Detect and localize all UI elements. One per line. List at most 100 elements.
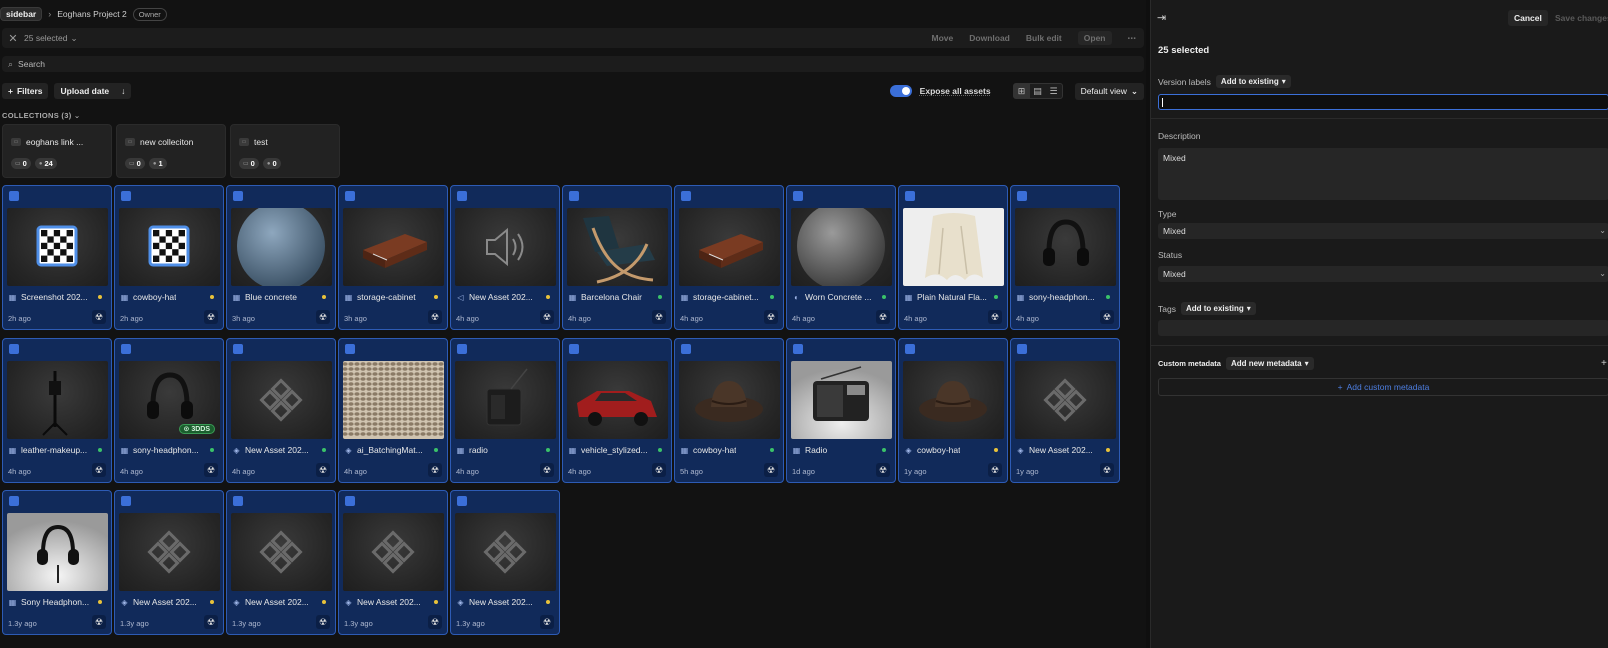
asset-card[interactable]: ▦ Sony Headphon... 1.3y ago ☢ <box>2 490 112 635</box>
asset-action-icon[interactable]: ☢ <box>988 463 1002 477</box>
select-checkbox[interactable] <box>233 191 243 201</box>
asset-action-icon[interactable]: ☢ <box>92 463 106 477</box>
bulk-edit-button[interactable]: Bulk edit <box>1026 33 1062 43</box>
asset-action-icon[interactable]: ☢ <box>92 310 106 324</box>
asset-card[interactable]: ▦ storage-cabinet 3h ago ☢ <box>338 185 448 330</box>
asset-card[interactable]: ◈ New Asset 202... 1.3y ago ☢ <box>226 490 336 635</box>
tags-mode-dropdown[interactable]: Add to existing ▾ <box>1180 302 1256 315</box>
select-checkbox[interactable] <box>121 344 131 354</box>
asset-card[interactable]: ◈ New Asset 202... 1y ago ☢ <box>1010 338 1120 483</box>
select-checkbox[interactable] <box>457 191 467 201</box>
open-button[interactable]: Open <box>1077 31 1112 45</box>
asset-action-icon[interactable]: ☢ <box>540 463 554 477</box>
asset-action-icon[interactable]: ☢ <box>540 310 554 324</box>
select-checkbox[interactable] <box>233 496 243 506</box>
asset-action-icon[interactable]: ☢ <box>316 310 330 324</box>
asset-action-icon[interactable]: ☢ <box>652 463 666 477</box>
asset-card[interactable]: ◈ New Asset 202... 1.3y ago ☢ <box>338 490 448 635</box>
asset-action-icon[interactable]: ☢ <box>428 615 442 629</box>
asset-card[interactable]: ◐ Worn Concrete ... 4h ago ☢ <box>786 185 896 330</box>
list-view-icon[interactable]: ☰ <box>1046 84 1062 98</box>
asset-action-icon[interactable]: ☢ <box>988 310 1002 324</box>
select-checkbox[interactable] <box>793 344 803 354</box>
asset-card[interactable]: ▦ Blue concrete 3h ago ☢ <box>226 185 336 330</box>
asset-card[interactable]: ▦ vehicle_stylized... 4h ago ☢ <box>562 338 672 483</box>
select-checkbox[interactable] <box>905 344 915 354</box>
select-checkbox[interactable] <box>1017 344 1027 354</box>
select-checkbox[interactable] <box>345 191 355 201</box>
select-checkbox[interactable] <box>681 191 691 201</box>
select-checkbox[interactable] <box>457 496 467 506</box>
card-view-icon[interactable]: ▤ <box>1030 84 1046 98</box>
select-checkbox[interactable] <box>1017 191 1027 201</box>
sidebar-toggle-button[interactable]: sidebar <box>0 7 43 21</box>
project-name[interactable]: Eoghans Project 2 <box>57 9 126 19</box>
asset-card[interactable]: ◁ New Asset 202... 4h ago ☢ <box>450 185 560 330</box>
filters-button[interactable]: + Filters <box>2 83 49 99</box>
select-checkbox[interactable] <box>681 344 691 354</box>
grid-view-icon[interactable]: ⊞ <box>1013 84 1030 98</box>
select-checkbox[interactable] <box>9 496 19 506</box>
version-labels-input[interactable] <box>1158 94 1608 110</box>
select-checkbox[interactable] <box>9 344 19 354</box>
save-changes-button[interactable]: Save changes <box>1555 13 1608 23</box>
select-checkbox[interactable] <box>233 344 243 354</box>
plus-icon[interactable]: + <box>1601 358 1607 369</box>
asset-action-icon[interactable]: ☢ <box>540 615 554 629</box>
select-checkbox[interactable] <box>457 344 467 354</box>
select-checkbox[interactable] <box>345 344 355 354</box>
type-select[interactable]: Mixed ⌄ <box>1158 223 1608 239</box>
select-checkbox[interactable] <box>905 191 915 201</box>
download-button[interactable]: Download <box>969 33 1010 43</box>
status-select[interactable]: Mixed ⌄ <box>1158 266 1608 282</box>
asset-action-icon[interactable]: ☢ <box>876 463 890 477</box>
asset-action-icon[interactable]: ☢ <box>316 463 330 477</box>
asset-action-icon[interactable]: ☢ <box>652 310 666 324</box>
asset-card[interactable]: ⊙ 3DDS ▦ sony-headphon... 4h ago ☢ <box>114 338 224 483</box>
asset-action-icon[interactable]: ☢ <box>1100 463 1114 477</box>
asset-action-icon[interactable]: ☢ <box>764 310 778 324</box>
asset-card[interactable]: ◈ New Asset 202... 1.3y ago ☢ <box>450 490 560 635</box>
asset-action-icon[interactable]: ☢ <box>316 615 330 629</box>
view-dropdown[interactable]: Default view ⌄ <box>1074 82 1144 100</box>
asset-card[interactable]: ▦ Radio 1d ago ☢ <box>786 338 896 483</box>
asset-card[interactable]: ▦ cowboy-hat 2h ago ☢ <box>114 185 224 330</box>
asset-card[interactable]: ▦ leather-makeup... 4h ago ☢ <box>2 338 112 483</box>
asset-action-icon[interactable]: ☢ <box>428 310 442 324</box>
collection-card[interactable]: ▭ eoghans link ... ▭ 0 ● 24 <box>2 124 112 178</box>
asset-card[interactable]: ◈ ai_BatchingMat... 4h ago ☢ <box>338 338 448 483</box>
custom-metadata-dropdown[interactable]: Add new metadata ▾ <box>1225 357 1314 370</box>
asset-card[interactable]: ▦ storage-cabinet... 4h ago ☢ <box>674 185 784 330</box>
select-checkbox[interactable] <box>793 191 803 201</box>
select-checkbox[interactable] <box>569 344 579 354</box>
asset-card[interactable]: ▦ radio 4h ago ☢ <box>450 338 560 483</box>
more-icon[interactable]: ⋯ <box>1128 33 1137 44</box>
collections-header[interactable]: COLLECTIONS (3) ⌄ <box>2 111 80 120</box>
select-checkbox[interactable] <box>9 191 19 201</box>
expose-toggle[interactable] <box>889 85 912 97</box>
selection-count-dropdown[interactable]: 25 selected ⌄ <box>24 33 78 44</box>
asset-card[interactable]: ◈ cowboy-hat 1y ago ☢ <box>898 338 1008 483</box>
asset-action-icon[interactable]: ☢ <box>428 463 442 477</box>
select-checkbox[interactable] <box>569 191 579 201</box>
asset-card[interactable]: ▦ cowboy-hat 5h ago ☢ <box>674 338 784 483</box>
tags-input[interactable] <box>1158 320 1608 336</box>
move-button[interactable]: Move <box>932 33 954 43</box>
add-custom-metadata-button[interactable]: + Add custom metadata <box>1158 378 1608 396</box>
asset-action-icon[interactable]: ☢ <box>1100 310 1114 324</box>
asset-card[interactable]: ▦ Barcelona Chair 4h ago ☢ <box>562 185 672 330</box>
asset-action-icon[interactable]: ☢ <box>204 310 218 324</box>
select-checkbox[interactable] <box>121 191 131 201</box>
asset-action-icon[interactable]: ☢ <box>204 615 218 629</box>
asset-card[interactable]: ◈ New Asset 202... 1.3y ago ☢ <box>114 490 224 635</box>
close-icon[interactable]: ✕ <box>2 32 24 45</box>
asset-action-icon[interactable]: ☢ <box>764 463 778 477</box>
select-checkbox[interactable] <box>345 496 355 506</box>
description-textarea[interactable]: Mixed <box>1158 148 1608 200</box>
search-input[interactable] <box>18 59 419 69</box>
collection-card[interactable]: ▭ test ▭ 0 ● 0 <box>230 124 340 178</box>
collapse-panel-icon[interactable]: ⇥ <box>1157 11 1166 24</box>
asset-card[interactable]: ▦ sony-headphon... 4h ago ☢ <box>1010 185 1120 330</box>
collection-card[interactable]: ▭ new colleciton ▭ 0 ● 1 <box>116 124 226 178</box>
version-mode-dropdown[interactable]: Add to existing ▾ <box>1215 75 1291 88</box>
